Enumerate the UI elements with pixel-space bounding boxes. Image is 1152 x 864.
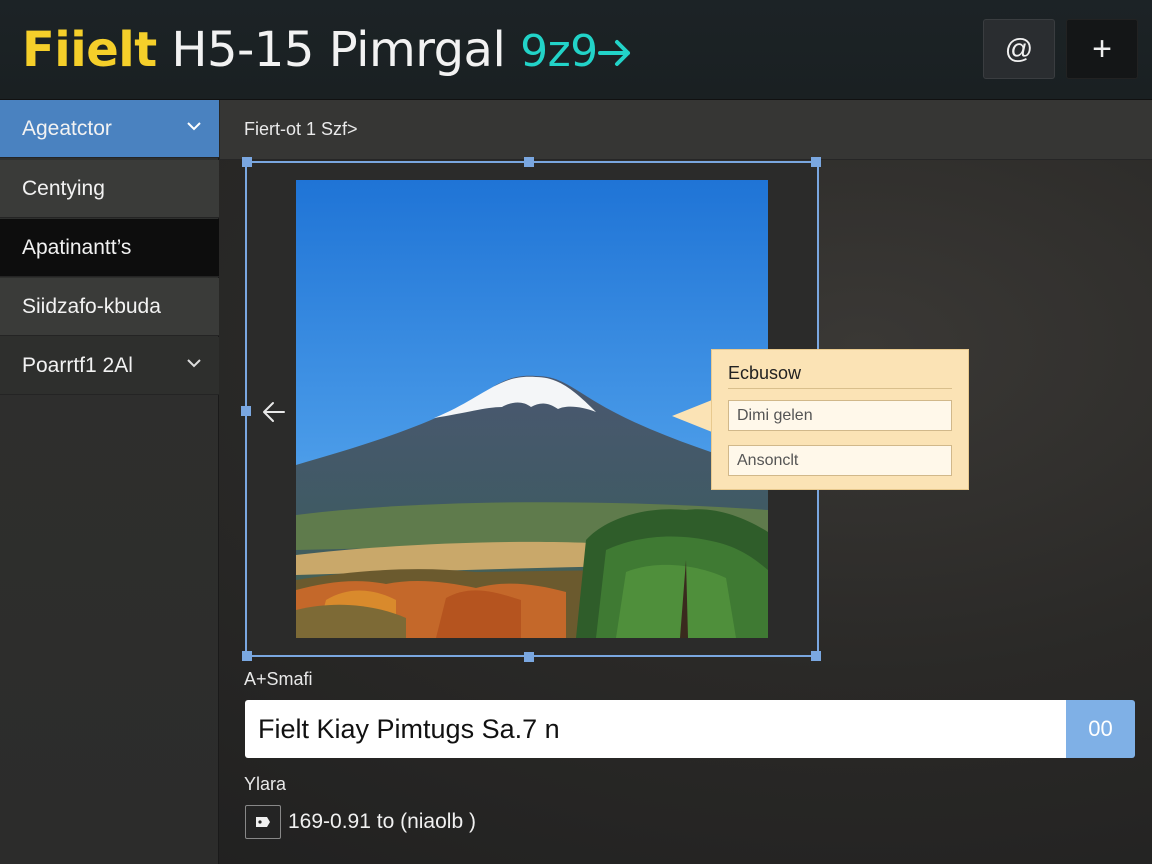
popup-title: Ecbusow	[728, 363, 802, 383]
range-label: Ylara	[244, 774, 287, 794]
sidebar-item-poarrtf[interactable]: Poarrtf1 2Al	[0, 337, 219, 395]
chevron-down-icon	[187, 359, 201, 368]
title-part-2: H5-15 Pimrgal	[171, 22, 506, 78]
tag-icon	[256, 817, 270, 827]
resize-handle-bottom-left[interactable]	[242, 651, 252, 661]
resize-handle-top-left[interactable]	[242, 157, 252, 167]
sidebar-item-label: Centying	[22, 176, 105, 200]
popup-field-1[interactable]: Dimi gelen	[728, 400, 952, 431]
sidebar-item-label: Siidzafo-kbuda	[22, 294, 161, 318]
at-icon: @	[1004, 33, 1034, 64]
sidebar-item-apatinantts[interactable]: Apatinantt’s	[0, 219, 219, 277]
sidebar-item-siidzafo[interactable]: Siidzafo-kbuda	[0, 278, 219, 336]
info-popup: Ecbusow Dimi gelen Ansonclt	[711, 349, 969, 490]
resize-handle-bottom-right[interactable]	[811, 651, 821, 661]
popup-tail	[672, 400, 712, 432]
sidebar-item-centying[interactable]: Centying	[0, 160, 219, 218]
sidebar-item-label: Apatinantt’s	[22, 235, 132, 259]
sidebar-item-label: Ageatctor	[22, 116, 112, 140]
add-button[interactable]: +	[1066, 19, 1138, 79]
resize-handle-middle-left[interactable]	[241, 406, 251, 416]
range-icon[interactable]	[245, 805, 281, 839]
at-button[interactable]: @	[983, 19, 1055, 79]
name-label: A+Smafi	[244, 669, 313, 689]
sidebar-item-ageatctor[interactable]: Ageatctor	[0, 100, 219, 158]
resize-handle-top-middle[interactable]	[524, 157, 534, 167]
name-input[interactable]: Fielt Kiay Pimtugs Sa.7 n	[245, 700, 1066, 758]
title-bar: Fiielt H5-15 Pimrgal 9z9 @ +	[0, 0, 1152, 100]
resize-handle-top-right[interactable]	[811, 157, 821, 167]
range-value: 169-0.91 to (niaolb )	[288, 810, 476, 833]
sidebar-item-label: Poarrtf1 2Al	[22, 353, 133, 377]
name-submit-button[interactable]: 00	[1066, 700, 1135, 758]
arrow-left-icon[interactable]	[262, 400, 286, 424]
window-title: Fiielt H5-15 Pimrgal 9z9	[22, 22, 632, 80]
breadcrumb[interactable]: Fiert-ot 1 Szf>	[244, 119, 358, 140]
arrow-right-icon	[597, 40, 630, 66]
breadcrumb-bar: Fiert-ot 1 Szf>	[220, 100, 1152, 160]
popup-divider	[728, 388, 952, 389]
title-part-1: Fiielt	[22, 22, 157, 78]
popup-field-2[interactable]: Ansonclt	[728, 445, 952, 476]
title-part-3: 9z9	[520, 26, 598, 77]
chevron-down-icon	[187, 122, 201, 131]
resize-handle-bottom-middle[interactable]	[524, 652, 534, 662]
sidebar: Ageatctor Centying Apatinantt’s Siidzafo…	[0, 100, 219, 864]
plus-icon: +	[1092, 29, 1112, 68]
